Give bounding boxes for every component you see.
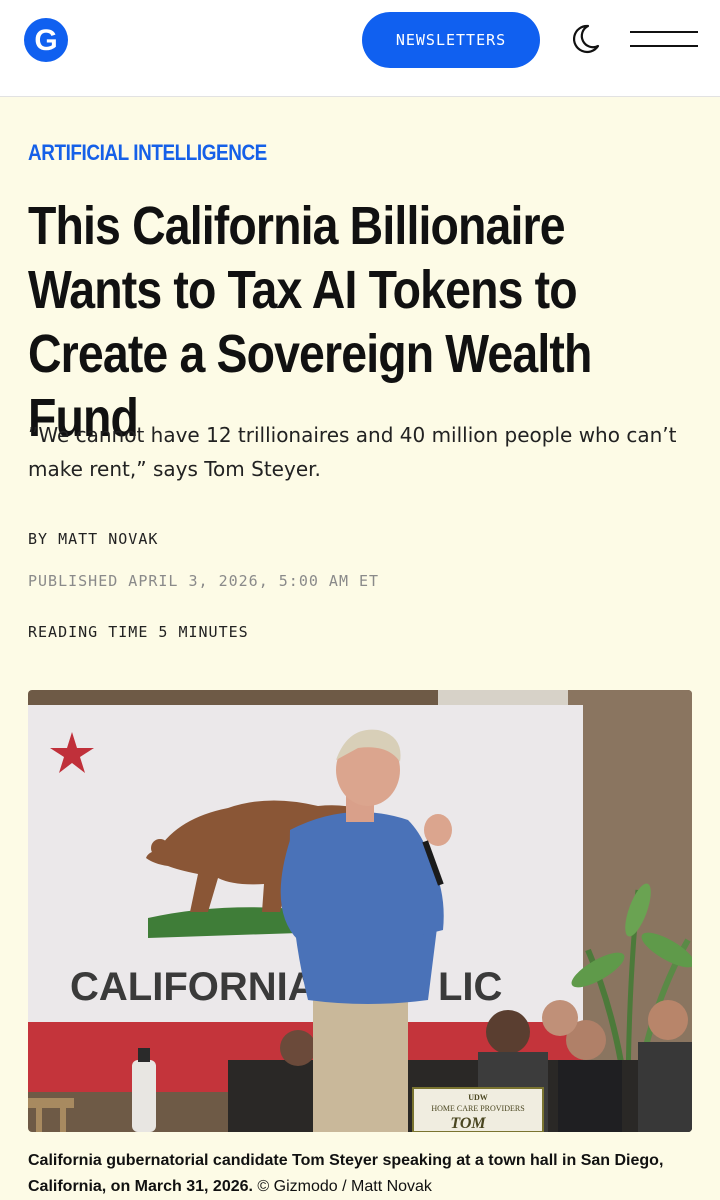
audience-sign: UDW HOME CARE PROVIDERS TOM [412,1087,544,1132]
article-category-link[interactable]: ARTIFICIAL INTELLIGENCE [28,140,267,166]
menu-hamburger-icon[interactable] [630,28,698,52]
caption-credit: © Gizmodo / Matt Novak [257,1178,432,1195]
article-title: This California Billionaire Wants to Tax… [28,196,592,448]
newsletters-button[interactable]: NEWSLETTERS [362,12,540,68]
flag-text-left: CALIFORNIA [70,965,317,1009]
water-bottle [132,1060,156,1132]
published-date: PUBLISHED APRIL 3, 2026, 5:00 AM ET [28,572,380,590]
svg-text:TOM: TOM [450,1115,486,1132]
dark-mode-moon-icon[interactable] [568,22,602,56]
article-subtitle: ”We cannot have 12 trillionaires and 40 … [28,423,677,481]
flag-text-right: LIC [438,965,502,1009]
svg-text:UDW: UDW [468,1093,488,1102]
byline-author-link[interactable]: BY MATT NOVAK [28,530,158,548]
logo-letter: G [34,24,57,57]
hero-caption: California gubernatorial candidate Tom S… [28,1148,692,1200]
gizmodo-logo-icon[interactable]: G [22,16,70,64]
svg-text:HOME CARE PROVIDERS: HOME CARE PROVIDERS [431,1104,524,1113]
hero-photo: CALIFORNIA LIC UDW HOME CARE PROVIDERS T… [28,690,692,1132]
reading-time: READING TIME 5 MINUTES [28,623,249,641]
site-header: G NEWSLETTERS [0,0,720,97]
